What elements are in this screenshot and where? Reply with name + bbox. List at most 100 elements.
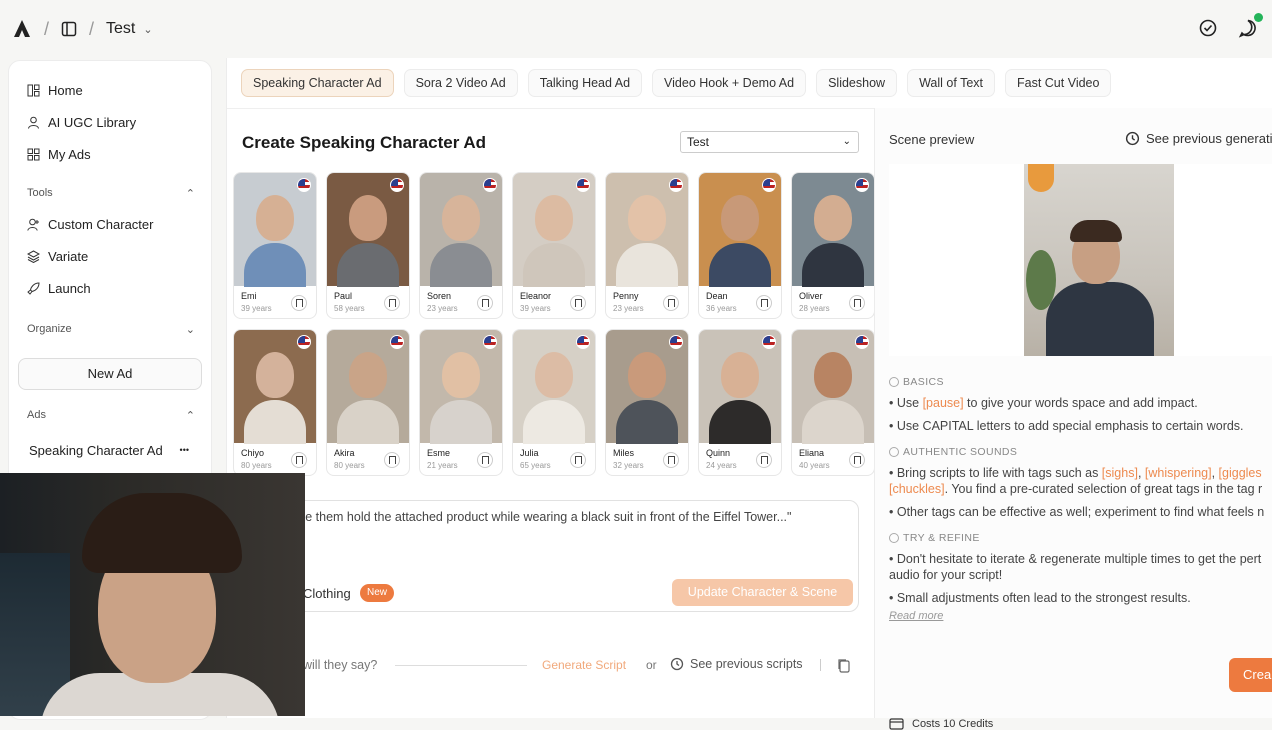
character-card[interactable]: Eleanor 39 years [512, 172, 596, 319]
section-organize[interactable]: Organize ⌄ [9, 314, 211, 344]
character-card[interactable]: Eliana 40 years [791, 329, 875, 476]
chevron-down-icon[interactable]: ⌄ [186, 323, 195, 336]
generate-script-button[interactable]: Generate Script [542, 658, 626, 672]
sidebar-toggle-icon[interactable] [61, 21, 77, 37]
bookmark-icon[interactable] [663, 452, 679, 468]
create-button[interactable]: Crea [1229, 658, 1272, 692]
app-logo-icon[interactable] [12, 19, 32, 39]
project-select[interactable]: Test ⌄ [680, 131, 859, 153]
character-photo [327, 173, 409, 287]
chevron-up-icon[interactable]: ⌃ [186, 409, 195, 422]
bookmark-icon[interactable] [384, 295, 400, 311]
sidebar-item-ai-ugc-library[interactable]: AI UGC Library [9, 106, 211, 138]
bookmark-icon[interactable] [663, 295, 679, 311]
ad-item-speaking-character[interactable]: Speaking Character Ad ••• [9, 434, 211, 466]
character-photo [513, 173, 595, 287]
character-body-shape [523, 243, 585, 287]
character-photo [234, 173, 316, 287]
new-badge: New [360, 584, 394, 602]
clothing-option[interactable]: Clothing [303, 586, 351, 601]
bookmark-icon[interactable] [849, 452, 865, 468]
user-plus-icon [27, 218, 39, 231]
bookmark-icon[interactable] [384, 452, 400, 468]
credit-cost-label: Costs 10 Credits [912, 718, 994, 730]
character-card[interactable]: Julia 65 years [512, 329, 596, 476]
update-character-scene-button[interactable]: Update Character & Scene [672, 579, 853, 606]
tip-item: • Don't hesitate to iterate & regenerate… [889, 552, 1262, 566]
character-head-shape [442, 352, 480, 398]
character-card[interactable]: Dean 36 years [698, 172, 782, 319]
bookmark-icon[interactable] [849, 295, 865, 311]
character-head-shape [814, 195, 852, 241]
character-card[interactable]: Penny 23 years [605, 172, 689, 319]
scene-preview [889, 164, 1272, 356]
scene-preview-panel: Scene preview See previous generati BASI… [874, 108, 1272, 730]
sidebar-item-label: Custom Character [48, 216, 154, 232]
character-card[interactable]: Esme 21 years [419, 329, 503, 476]
character-card[interactable]: Soren 23 years [419, 172, 503, 319]
bookmark-icon[interactable] [570, 452, 586, 468]
read-more-link[interactable]: Read more [889, 610, 1272, 622]
tab-wall-of-text[interactable]: Wall of Text [907, 69, 995, 97]
tab-video-hook-demo-ad[interactable]: Video Hook + Demo Ad [652, 69, 807, 97]
tab-speaking-character-ad[interactable]: Speaking Character Ad [241, 69, 394, 97]
bookmark-icon[interactable] [756, 452, 772, 468]
tab-fast-cut-video[interactable]: Fast Cut Video [1005, 69, 1112, 97]
tab-sora-2-video-ad[interactable]: Sora 2 Video Ad [403, 69, 518, 97]
bookmark-icon[interactable] [291, 295, 307, 311]
notification-dot [1254, 13, 1263, 22]
character-card[interactable]: Quinn 24 years [698, 329, 782, 476]
sidebar-item-variate[interactable]: Variate [9, 240, 211, 272]
workspace-title[interactable]: Test [106, 20, 135, 38]
character-age: 32 years [613, 461, 644, 470]
credit-cost: Costs 10 Credits [889, 718, 993, 730]
character-body-shape [430, 243, 492, 287]
character-age: 23 years [427, 304, 458, 313]
chevron-up-icon[interactable]: ⌃ [186, 187, 195, 200]
character-head-shape [628, 352, 666, 398]
us-flag-icon [390, 178, 404, 192]
see-previous-scripts-label: See previous scripts [690, 657, 803, 671]
bookmark-icon[interactable] [477, 295, 493, 311]
more-options-icon[interactable]: ••• [180, 445, 189, 455]
bookmark-icon[interactable] [570, 295, 586, 311]
character-card[interactable]: Oliver 28 years [791, 172, 875, 319]
tip-text: , [1211, 466, 1219, 480]
new-ad-button[interactable]: New Ad [18, 358, 202, 390]
character-card[interactable]: Chiyo 80 years [233, 329, 317, 476]
sidebar-item-my-ads[interactable]: My Ads [9, 138, 211, 170]
see-previous-scripts-button[interactable]: See previous scripts [670, 657, 803, 671]
character-body-shape [244, 400, 306, 444]
character-card[interactable]: Miles 32 years [605, 329, 689, 476]
section-tools[interactable]: Tools ⌃ [9, 178, 211, 208]
tab-talking-head-ad[interactable]: Talking Head Ad [527, 69, 643, 97]
user-icon [28, 116, 39, 129]
see-previous-generations-button[interactable]: See previous generati [1125, 131, 1272, 146]
check-circle-icon[interactable] [1198, 18, 1220, 40]
character-card[interactable]: Akira 80 years [326, 329, 410, 476]
sidebar-item-custom-character[interactable]: Custom Character [9, 208, 211, 240]
sidebar-item-home[interactable]: Home [9, 74, 211, 106]
bookmark-icon[interactable] [756, 295, 772, 311]
copy-icon[interactable] [837, 658, 851, 673]
character-head-shape [721, 352, 759, 398]
bookmark-icon[interactable] [477, 452, 493, 468]
history-icon [670, 657, 684, 671]
bookmark-icon[interactable] [291, 452, 307, 468]
character-head-shape [256, 195, 294, 241]
tab-slideshow[interactable]: Slideshow [816, 69, 898, 97]
character-photo [606, 173, 688, 287]
chat-icon[interactable] [1238, 13, 1263, 40]
character-photo [327, 330, 409, 444]
character-photo [606, 330, 688, 444]
section-ads[interactable]: Ads ⌃ [9, 400, 211, 430]
character-card[interactable]: Paul 58 years [326, 172, 410, 319]
sidebar-item-launch[interactable]: Launch [9, 272, 211, 304]
character-card[interactable]: Emi 39 years [233, 172, 317, 319]
tag-text: [sighs] [1101, 466, 1138, 480]
character-name: Dean [706, 291, 728, 301]
character-photo [792, 173, 874, 287]
chevron-down-icon[interactable]: ⌄ [143, 23, 152, 36]
tips-heading: AUTHENTIC SOUNDS [889, 446, 1272, 458]
character-age: 36 years [706, 304, 737, 313]
